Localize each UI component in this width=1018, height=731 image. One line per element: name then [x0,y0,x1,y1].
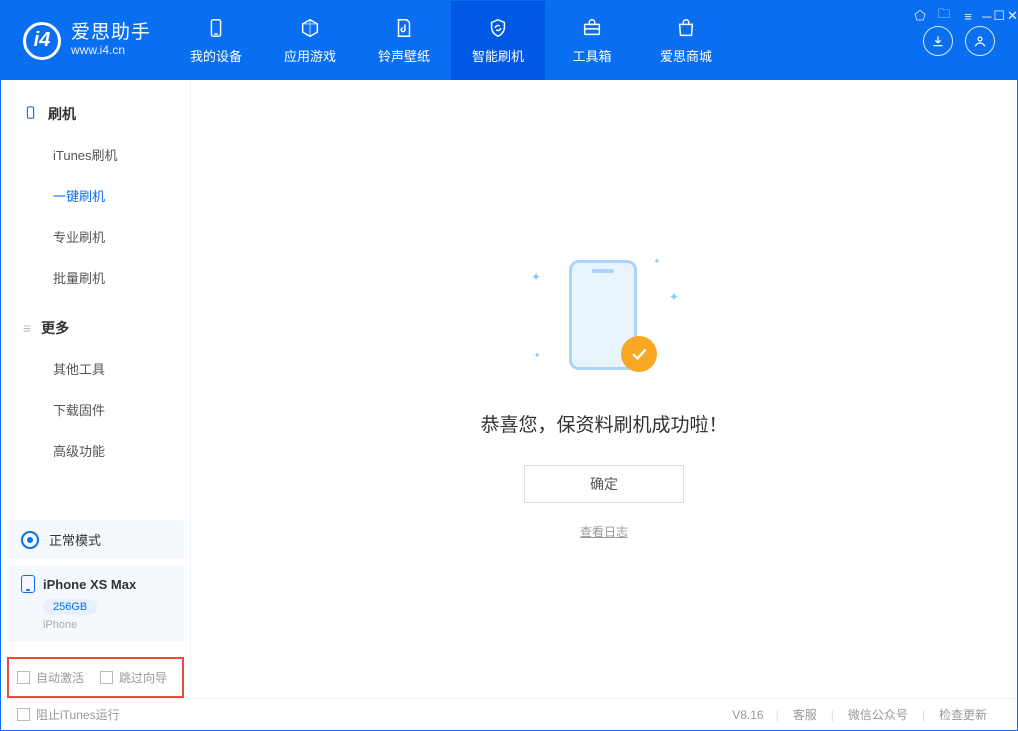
app-header: i4 爱思助手 www.i4.cn 我的设备 应用游戏 铃声壁纸 智能刷机 工具… [1,1,1017,80]
menu-icon[interactable]: ≡ [958,6,978,26]
sidebar-section-flash: 刷机 [1,94,190,134]
top-tabs: 我的设备 应用游戏 铃声壁纸 智能刷机 工具箱 爱思商城 [169,1,733,80]
tab-label: 爱思商城 [660,46,712,65]
logo-text: 爱思助手 www.i4.cn [71,23,151,57]
mode-status-icon [21,531,39,549]
main-content: ✦ ✦ • • 恭喜您，保资料刷机成功啦！ 确定 查看日志 [191,80,1017,698]
tab-toolbox[interactable]: 工具箱 [545,1,639,80]
tab-smart-flash[interactable]: 智能刷机 [451,1,545,80]
sidebar-item-download-firmware[interactable]: 下载固件 [1,389,190,430]
more-icon: ≡ [23,320,31,336]
lock-icon[interactable]: 🗀 [934,6,954,26]
download-icon[interactable] [923,26,953,56]
device-card[interactable]: iPhone XS Max 256GB iPhone [7,565,184,641]
device-type: iPhone [43,619,170,631]
header-right-icons [923,26,1017,56]
maximize-icon[interactable]: ☐ [993,6,1005,26]
sparkle-icon: • [655,254,659,268]
tab-ringtone-wallpaper[interactable]: 铃声壁纸 [357,1,451,80]
options-highlight-box: 自动激活 跳过向导 [7,657,184,698]
footer-link-support[interactable]: 客服 [779,706,831,723]
tab-label: 智能刷机 [472,46,524,65]
checkbox-skip-guide[interactable]: 跳过向导 [100,669,167,686]
phone-icon [21,575,35,593]
footer-links: | 客服 | 微信公众号 | 检查更新 [776,706,1001,723]
tab-label: 铃声壁纸 [378,46,430,65]
success-illustration: ✦ ✦ • • [539,260,669,380]
body-area: 刷机 iTunes刷机 一键刷机 专业刷机 批量刷机 ≡ 更多 其他工具 下载固… [1,80,1017,698]
sidebar: 刷机 iTunes刷机 一键刷机 专业刷机 批量刷机 ≡ 更多 其他工具 下载固… [1,80,191,698]
tab-store[interactable]: 爱思商城 [639,1,733,80]
device-name: iPhone XS Max [43,577,136,592]
checkbox-icon [100,671,113,684]
view-log-link[interactable]: 查看日志 [580,523,628,540]
checkbox-icon [17,671,30,684]
checkbox-label: 阻止iTunes运行 [36,706,120,723]
section-title: 刷机 [48,104,76,124]
titlebar-icons: ⬠ 🗀 ≡ ─ ☐ ✕ [910,6,1010,26]
app-title: 爱思助手 [71,23,151,44]
user-icon[interactable] [965,26,995,56]
sidebar-section-more: ≡ 更多 [1,308,190,348]
capacity-badge: 256GB [43,599,97,615]
ok-button[interactable]: 确定 [524,465,684,503]
mode-label: 正常模式 [49,530,101,549]
check-badge-icon [621,336,657,372]
sparkle-icon: • [535,348,539,362]
checkbox-block-itunes[interactable]: 阻止iTunes运行 [17,706,120,723]
toolbox-icon [580,16,604,40]
logo-area: i4 爱思助手 www.i4.cn [1,22,169,60]
music-file-icon [392,16,416,40]
sidebar-item-itunes-flash[interactable]: iTunes刷机 [1,134,190,175]
tab-my-device[interactable]: 我的设备 [169,1,263,80]
mode-card[interactable]: 正常模式 [7,520,184,559]
tab-label: 工具箱 [573,46,612,65]
tab-apps-games[interactable]: 应用游戏 [263,1,357,80]
sidebar-item-oneclick-flash[interactable]: 一键刷机 [1,175,190,216]
checkbox-label: 跳过向导 [119,669,167,686]
version-label: V8.16 [732,708,763,722]
sidebar-item-advanced[interactable]: 高级功能 [1,430,190,471]
app-logo-icon: i4 [23,22,61,60]
minimize-icon[interactable]: ─ [982,6,991,26]
sparkle-icon: ✦ [669,290,679,304]
phone-icon [204,16,228,40]
success-message: 恭喜您，保资料刷机成功啦！ [480,410,727,437]
tab-label: 应用游戏 [284,46,336,65]
footer-link-wechat[interactable]: 微信公众号 [834,706,922,723]
sidebar-item-pro-flash[interactable]: 专业刷机 [1,216,190,257]
section-title: 更多 [41,318,69,338]
checkbox-auto-activate[interactable]: 自动激活 [17,669,84,686]
shopping-bag-icon [674,16,698,40]
footer: 阻止iTunes运行 V8.16 | 客服 | 微信公众号 | 检查更新 [1,698,1017,730]
checkbox-icon [17,708,30,721]
shield-refresh-icon [486,16,510,40]
sidebar-item-other-tools[interactable]: 其他工具 [1,348,190,389]
tab-label: 我的设备 [190,46,242,65]
close-icon[interactable]: ✕ [1007,6,1018,26]
footer-link-update[interactable]: 检查更新 [925,706,1001,723]
device-icon [23,105,38,123]
checkbox-label: 自动激活 [36,669,84,686]
cube-icon [298,16,322,40]
sidebar-item-batch-flash[interactable]: 批量刷机 [1,257,190,298]
window-controls: ─ ☐ ✕ [990,6,1010,26]
app-url: www.i4.cn [71,44,151,57]
shirt-icon[interactable]: ⬠ [910,6,930,26]
sparkle-icon: ✦ [531,270,541,284]
